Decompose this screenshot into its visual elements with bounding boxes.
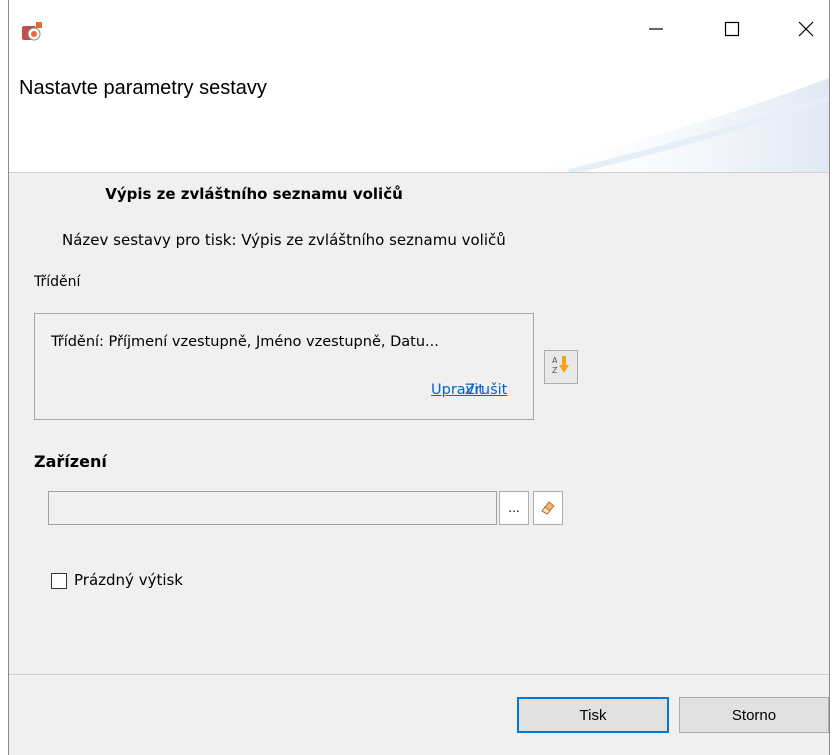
dialog-body: Výpis ze zvláštního seznamu voličů Název… (9, 172, 829, 675)
cancel-sort-link[interactable]: Zrušit (465, 382, 507, 398)
browse-device-button[interactable]: ... (499, 491, 529, 525)
device-input[interactable] (48, 491, 497, 525)
dialog-window: Nastavte parametry sestavy Výpis ze zvlá… (8, 0, 830, 755)
maximize-button[interactable] (709, 14, 755, 48)
device-label: Zařízení (34, 452, 107, 471)
close-icon (798, 21, 814, 41)
minimize-button[interactable] (633, 14, 679, 48)
svg-text:A: A (552, 356, 558, 365)
report-name: Výpis ze zvláštního seznamu voličů (105, 185, 403, 203)
header-swoosh-decoration (509, 78, 829, 172)
title-bar (9, 0, 829, 68)
sort-az-icon: A Z (550, 354, 572, 380)
sort-box: Třídění: Příjmení vzestupně, Jméno vzest… (34, 313, 534, 420)
cancel-button[interactable]: Storno (679, 697, 829, 733)
svg-text:Z: Z (552, 366, 558, 375)
sort-button[interactable]: A Z (544, 350, 578, 384)
dialog-title: Nastavte parametry sestavy (19, 77, 267, 99)
clear-device-button[interactable] (533, 491, 563, 525)
sort-section-label: Třídění (34, 274, 81, 290)
maximize-icon (724, 21, 740, 41)
empty-print-label: Prázdný výtisk (74, 571, 183, 589)
app-icon (21, 21, 43, 43)
print-report-name: Název sestavy pro tisk: Výpis ze zvláštn… (62, 231, 506, 249)
minimize-icon (648, 21, 664, 41)
eraser-icon (539, 498, 557, 519)
print-button[interactable]: Tisk (517, 697, 669, 733)
sort-summary: Třídění: Příjmení vzestupně, Jméno vzest… (51, 334, 439, 350)
dialog-header: Nastavte parametry sestavy (9, 68, 829, 172)
close-button[interactable] (783, 14, 829, 48)
dialog-footer: Tisk Storno (9, 674, 829, 755)
empty-print-checkbox[interactable] (51, 573, 67, 589)
